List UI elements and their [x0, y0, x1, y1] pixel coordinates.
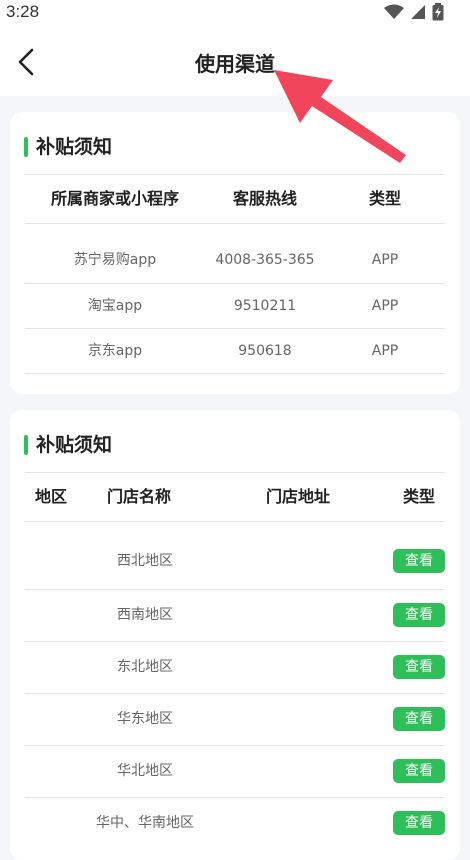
table-header: 所属商家或小程序 客服热线 类型: [25, 174, 445, 224]
region-name: 华东地区: [117, 711, 173, 727]
column-header-merchant: 所属商家或小程序: [50, 189, 179, 208]
status-time: 3:28: [6, 2, 40, 21]
table-row: 华东地区 查看: [25, 694, 445, 746]
region-name: 西北地区: [117, 553, 173, 569]
hotline-number: 950618: [238, 343, 292, 359]
channel-type: APP: [371, 298, 399, 314]
battery-icon: [432, 3, 444, 21]
page-title: 使用渠道: [195, 52, 275, 76]
card-title: 补贴须知: [24, 430, 112, 460]
region-name: 西南地区: [117, 607, 173, 623]
table-row: 京东app 950618 APP: [25, 329, 445, 374]
signal-icon: [411, 5, 425, 19]
table-row: 东北地区 查看: [25, 642, 445, 694]
column-header-type: 类型: [402, 487, 435, 506]
status-icons: [384, 3, 444, 21]
table-row: 华中、华南地区 查看: [25, 798, 445, 849]
merchant-channel-card: 补贴须知 所属商家或小程序 客服热线 类型 苏宁易购app 4008-365-3…: [10, 112, 460, 394]
view-button[interactable]: 查看: [393, 707, 445, 731]
view-button[interactable]: 查看: [393, 759, 445, 783]
view-button[interactable]: 查看: [393, 549, 445, 573]
store-region-card: 补贴须知 地区 门店名称 门店地址 类型 西北地区 查看 西南地区 查看 东北地…: [10, 410, 460, 860]
column-header-type: 类型: [368, 189, 401, 208]
wifi-icon: [384, 4, 404, 19]
merchant-name: 京东app: [87, 343, 143, 359]
table-row: 华北地区 查看: [25, 746, 445, 798]
merchant-name: 淘宝app: [87, 298, 143, 314]
region-name: 华北地区: [117, 763, 173, 779]
view-button[interactable]: 查看: [393, 603, 445, 627]
column-header-store-name: 门店名称: [106, 487, 171, 506]
column-header-hotline: 客服热线: [232, 189, 297, 208]
table-row: 淘宝app 9510211 APP: [25, 284, 445, 329]
view-button[interactable]: 查看: [393, 811, 445, 835]
status-bar: 3:28: [0, 0, 470, 26]
hotline-number: 9510211: [233, 298, 297, 314]
region-name: 华中、华南地区: [96, 815, 194, 831]
column-header-store-address: 门店地址: [265, 487, 330, 506]
region-name: 东北地区: [117, 659, 173, 675]
card-title: 补贴须知: [24, 132, 112, 162]
nav-bar: 使用渠道: [0, 26, 470, 96]
table-row: 西南地区 查看: [25, 590, 445, 642]
table-row: 西北地区 查看: [25, 521, 445, 590]
table-header: 地区 门店名称 门店地址 类型: [25, 472, 445, 522]
channel-type: APP: [371, 343, 399, 359]
table-row: 苏宁易购app 4008-365-365 APP: [25, 223, 445, 284]
column-header-region: 地区: [34, 487, 67, 506]
view-button[interactable]: 查看: [393, 655, 445, 679]
